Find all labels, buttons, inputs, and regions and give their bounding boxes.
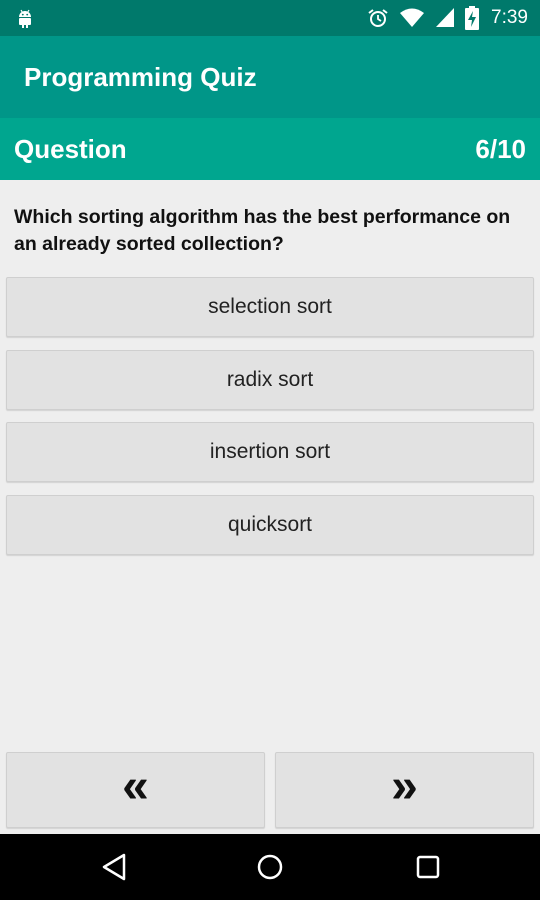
status-bar: 7:39 — [0, 0, 540, 36]
wifi-icon — [400, 8, 425, 27]
system-navigation-bar — [0, 834, 540, 900]
question-label: Question — [14, 133, 127, 164]
answer-button-selection-sort[interactable]: selection sort — [6, 277, 534, 337]
status-icons: 7:39 — [367, 0, 528, 36]
back-icon[interactable] — [100, 852, 128, 882]
home-icon[interactable] — [256, 852, 284, 882]
app-title: Programming Quiz — [24, 61, 257, 92]
double-chevron-right-icon: » — [391, 760, 418, 813]
alarm-icon — [368, 9, 388, 27]
next-question-button[interactable]: » — [275, 752, 534, 828]
double-chevron-left-icon: « — [122, 760, 149, 813]
status-time: 7:39 — [491, 7, 528, 28]
android-icon — [19, 9, 31, 28]
signal-icon — [436, 8, 455, 27]
question-header: Question 6/10 — [0, 118, 540, 180]
answer-button-quicksort[interactable]: quicksort — [6, 495, 534, 555]
app-bar: Programming Quiz — [0, 36, 540, 118]
question-counter: 6/10 — [475, 133, 526, 164]
answer-button-insertion-sort[interactable]: insertion sort — [6, 422, 534, 482]
battery-charging-icon — [465, 6, 480, 30]
question-text: Which sorting algorithm has the best per… — [14, 206, 511, 255]
answer-button-radix-sort[interactable]: radix sort — [6, 350, 534, 410]
previous-question-button[interactable]: « — [6, 752, 265, 828]
recents-icon[interactable] — [414, 852, 442, 882]
